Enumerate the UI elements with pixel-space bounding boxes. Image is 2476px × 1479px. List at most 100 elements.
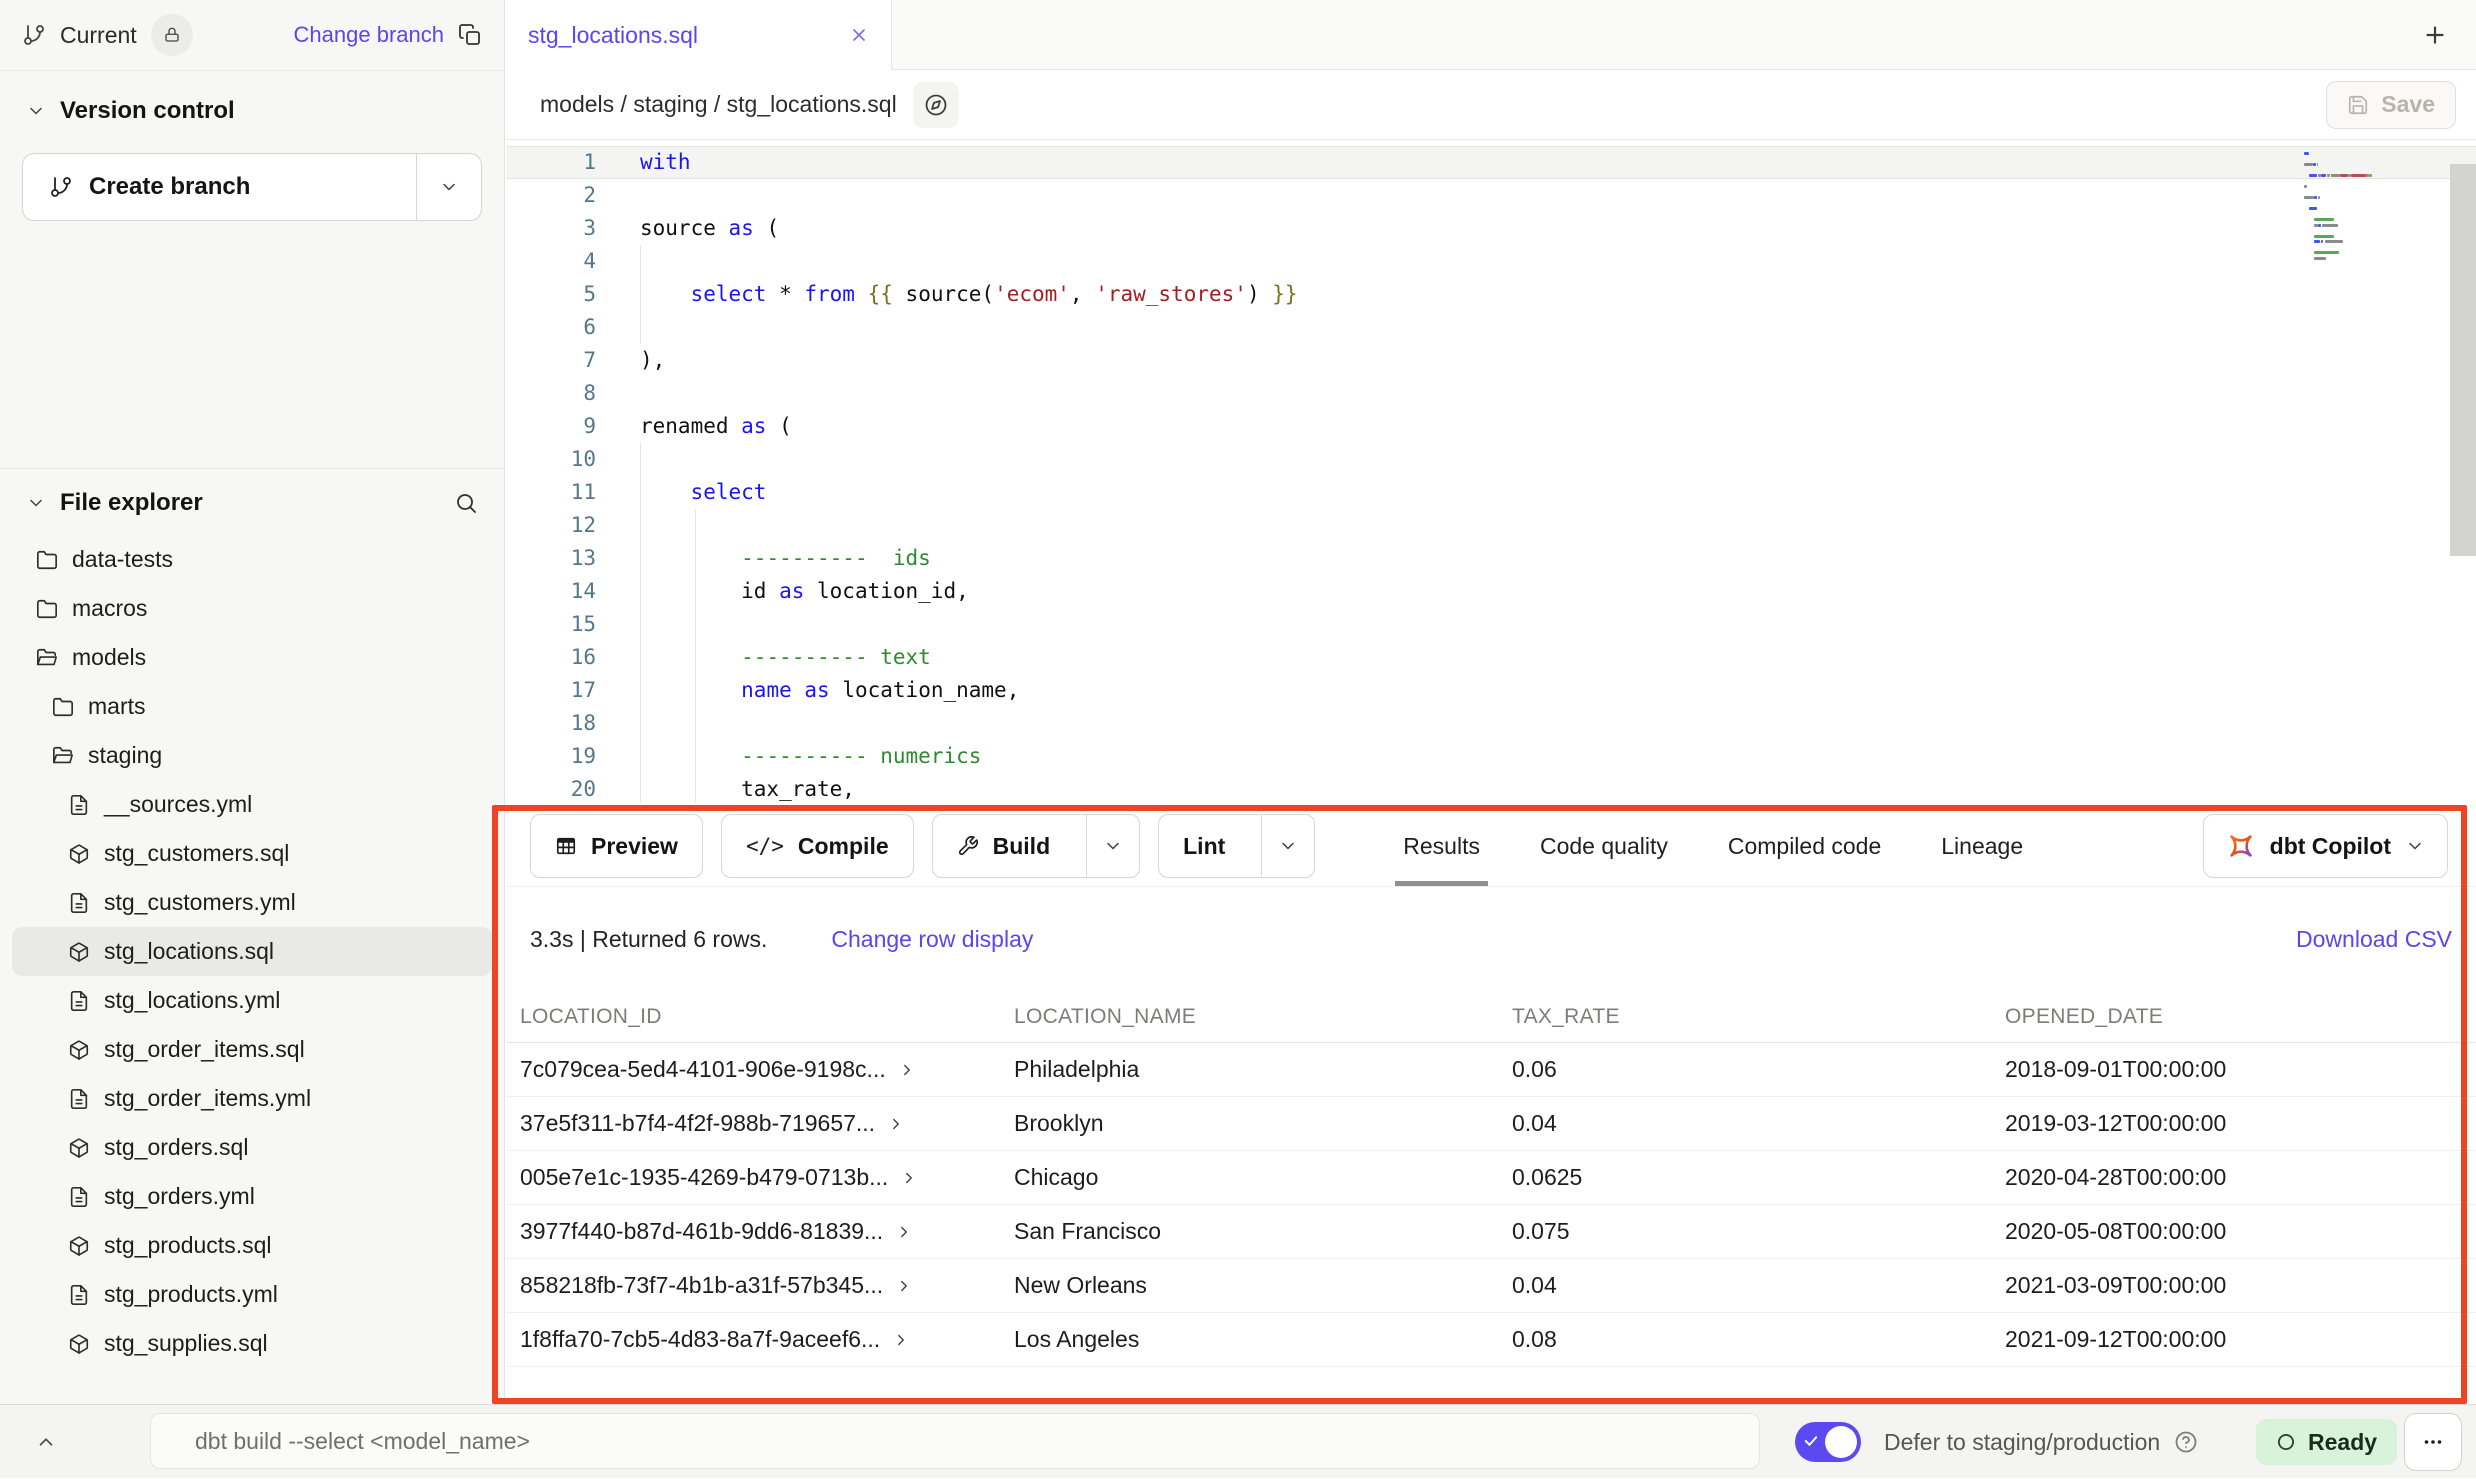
code-line[interactable]: 19 ---------- numerics xyxy=(506,740,2476,773)
code-line[interactable]: 9renamed as ( xyxy=(506,410,2476,443)
model-icon xyxy=(68,1039,90,1061)
table-row[interactable]: 005e7e1c-1935-4269-b479-0713b...Chicago0… xyxy=(506,1151,2476,1205)
code-line[interactable]: 16 ---------- text xyxy=(506,641,2476,674)
toggle-knob xyxy=(1825,1426,1857,1458)
navigate-lineage-button[interactable] xyxy=(913,82,959,128)
file-explorer-item-stg-orders-yml[interactable]: stg_orders.yml xyxy=(12,1172,492,1221)
expand-row-icon[interactable] xyxy=(898,1061,916,1079)
code-line[interactable]: 14 id as location_id, xyxy=(506,575,2476,608)
save-button[interactable]: Save xyxy=(2326,81,2456,129)
code-line[interactable]: 2 xyxy=(506,179,2476,212)
code-line[interactable]: 3source as ( xyxy=(506,212,2476,245)
file-explorer-item-stg-order-items-sql[interactable]: stg_order_items.sql xyxy=(12,1025,492,1074)
file-explorer-item-staging[interactable]: staging xyxy=(12,731,492,780)
results-table-body: 7c079cea-5ed4-4101-906e-9198c...Philadel… xyxy=(506,1043,2476,1367)
expand-row-icon[interactable] xyxy=(900,1169,918,1187)
change-branch-link[interactable]: Change branch xyxy=(294,22,444,48)
code-text xyxy=(616,707,640,740)
table-row[interactable]: 858218fb-73f7-4b1b-a31f-57b345...New Orl… xyxy=(506,1259,2476,1313)
compile-button[interactable]: </> Compile xyxy=(721,814,914,878)
file-explorer-item-macros[interactable]: macros xyxy=(12,584,492,633)
defer-toggle[interactable] xyxy=(1795,1422,1861,1462)
expand-command-bar-button[interactable] xyxy=(18,1405,74,1479)
folder-open-icon xyxy=(52,745,74,767)
tab-code-quality[interactable]: Code quality xyxy=(1540,806,1668,886)
code-line[interactable]: 11 select xyxy=(506,476,2476,509)
table-row[interactable]: 1f8ffa70-7cb5-4d83-8a7f-9aceef6...Los An… xyxy=(506,1313,2476,1367)
file-name: stg_orders.yml xyxy=(104,1183,255,1210)
table-row[interactable]: 3977f440-b87d-461b-9dd6-81839...San Fran… xyxy=(506,1205,2476,1259)
tab-stg-locations-sql[interactable]: stg_locations.sql xyxy=(506,0,892,70)
code-line[interactable]: 18 xyxy=(506,707,2476,740)
copy-icon[interactable] xyxy=(458,23,482,47)
editor-scrollbar[interactable] xyxy=(2450,164,2476,556)
code-line[interactable]: 1with xyxy=(506,146,2476,179)
file-explorer-item-marts[interactable]: marts xyxy=(12,682,492,731)
file-explorer-item-stg-orders-sql[interactable]: stg_orders.sql xyxy=(12,1123,492,1172)
file-explorer-header[interactable]: File explorer xyxy=(0,489,504,517)
lint-button[interactable]: Lint xyxy=(1158,814,1315,878)
cell-tax-rate: 0.0625 xyxy=(1512,1164,2005,1191)
file-explorer-item-stg-customers-sql[interactable]: stg_customers.sql xyxy=(12,829,492,878)
build-dropdown[interactable] xyxy=(1086,815,1139,877)
file-explorer-item-stg-products-sql[interactable]: stg_products.sql xyxy=(12,1221,492,1270)
line-number: 14 xyxy=(506,575,616,608)
panel-tabs: Results Code quality Compiled code Lineage xyxy=(1373,806,2053,886)
file-explorer-item-models[interactable]: models xyxy=(12,633,492,682)
table-row[interactable]: 37e5f311-b7f4-4f2f-988b-719657...Brookly… xyxy=(506,1097,2476,1151)
change-row-display-link[interactable]: Change row display xyxy=(831,926,1033,953)
chevron-right-icon xyxy=(892,1331,910,1349)
code-line[interactable]: 13 ---------- ids xyxy=(506,542,2476,575)
line-number: 2 xyxy=(506,179,616,212)
build-button[interactable]: Build xyxy=(932,814,1141,878)
file-explorer-item-stg-order-items-yml[interactable]: stg_order_items.yml xyxy=(12,1074,492,1123)
tab-results[interactable]: Results xyxy=(1403,806,1480,886)
lint-dropdown[interactable] xyxy=(1261,815,1314,877)
code-line[interactable]: 8 xyxy=(506,377,2476,410)
code-line[interactable]: 12 xyxy=(506,509,2476,542)
create-branch-main[interactable]: Create branch xyxy=(23,154,416,220)
create-branch-button[interactable]: Create branch xyxy=(22,153,482,221)
preview-button[interactable]: Preview xyxy=(530,814,703,878)
close-icon[interactable] xyxy=(849,25,869,45)
file-explorer-item-stg-locations-sql[interactable]: stg_locations.sql xyxy=(12,927,492,976)
command-input[interactable]: dbt build --select <model_name> xyxy=(150,1413,1760,1469)
new-tab-button[interactable] xyxy=(2406,0,2464,70)
file-explorer-item-data-tests[interactable]: data-tests xyxy=(12,535,492,584)
table-row[interactable]: 7c079cea-5ed4-4101-906e-9198c...Philadel… xyxy=(506,1043,2476,1097)
expand-row-icon[interactable] xyxy=(892,1331,910,1349)
more-options-button[interactable] xyxy=(2404,1413,2462,1471)
file-explorer-item-stg-products-yml[interactable]: stg_products.yml xyxy=(12,1270,492,1319)
version-control-header[interactable]: Version control xyxy=(0,97,504,125)
code-line[interactable]: 7), xyxy=(506,344,2476,377)
code-editor[interactable]: 1with23source as (45 select * from {{ so… xyxy=(506,140,2476,806)
file-icon xyxy=(68,1088,90,1110)
create-branch-dropdown[interactable] xyxy=(416,154,481,220)
code-line[interactable]: 4 xyxy=(506,245,2476,278)
code-line[interactable]: 10 xyxy=(506,443,2476,476)
tab-lineage[interactable]: Lineage xyxy=(1941,806,2023,886)
file-explorer-item-stg-customers-yml[interactable]: stg_customers.yml xyxy=(12,878,492,927)
file-explorer-item-stg-locations-yml[interactable]: stg_locations.yml xyxy=(12,976,492,1025)
download-csv-link[interactable]: Download CSV xyxy=(2296,926,2452,953)
file-explorer-item-stg-supplies-sql[interactable]: stg_supplies.sql xyxy=(12,1319,492,1368)
cell-opened-date: 2021-03-09T00:00:00 xyxy=(2005,1272,2476,1299)
tab-compiled-code[interactable]: Compiled code xyxy=(1728,806,1881,886)
lint-main[interactable]: Lint xyxy=(1159,815,1247,877)
code-line[interactable]: 17 name as location_name, xyxy=(506,674,2476,707)
build-main[interactable]: Build xyxy=(933,815,1073,877)
file-name: macros xyxy=(72,595,147,622)
code-line[interactable]: 20 tax_rate, xyxy=(506,773,2476,806)
expand-row-icon[interactable] xyxy=(895,1223,913,1241)
model-icon xyxy=(68,1235,90,1257)
file-explorer-item--sources-yml[interactable]: __sources.yml xyxy=(12,780,492,829)
search-icon[interactable] xyxy=(454,491,478,515)
code-line[interactable]: 5 select * from {{ source('ecom', 'raw_s… xyxy=(506,278,2476,311)
dbt-copilot-button[interactable]: dbt Copilot xyxy=(2203,814,2448,878)
code-line[interactable]: 6 xyxy=(506,311,2476,344)
code-line[interactable]: 15 xyxy=(506,608,2476,641)
status-badge[interactable]: Ready xyxy=(2256,1419,2397,1465)
expand-row-icon[interactable] xyxy=(895,1277,913,1295)
help-circle-icon[interactable] xyxy=(2174,1430,2198,1454)
expand-row-icon[interactable] xyxy=(887,1115,905,1133)
